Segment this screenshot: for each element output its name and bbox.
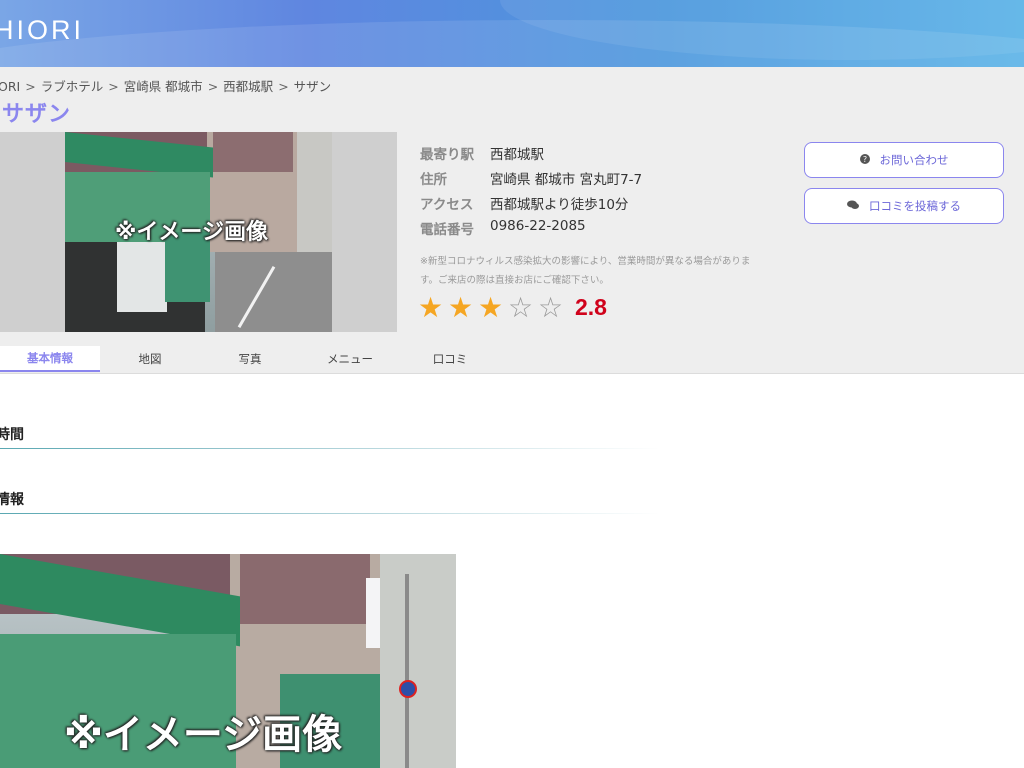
- info-value: 西都城駅より徒歩10分: [490, 197, 629, 213]
- tab-reviews[interactable]: 口コミ: [400, 346, 500, 372]
- star-filled-icon: ★: [448, 291, 474, 324]
- phone-number-link[interactable]: 0986-22-2085: [490, 218, 586, 234]
- contact-button[interactable]: ? お問い合わせ: [804, 142, 1004, 178]
- info-value: 西都城駅: [490, 147, 544, 163]
- info-label: 電話番号: [420, 222, 474, 238]
- star-filled-icon: ★: [478, 291, 504, 324]
- info-label: 住所: [420, 172, 447, 188]
- svg-text:?: ?: [862, 155, 866, 164]
- breadcrumb-separator: >: [207, 79, 219, 94]
- building-far-shape: [380, 554, 456, 768]
- question-circle-icon: ?: [859, 153, 870, 167]
- info-value: 宮崎県 都城市 宮丸町7-7: [490, 172, 643, 188]
- star-empty-icon: ☆: [538, 291, 564, 324]
- breadcrumb-separator: >: [108, 79, 119, 94]
- breadcrumb-item-area[interactable]: 宮崎県 都城市: [124, 79, 203, 94]
- breadcrumb-item-home[interactable]: ORI: [0, 79, 20, 94]
- star-empty-icon: ☆: [508, 291, 534, 324]
- road-sign-shape: [399, 680, 417, 698]
- site-logo[interactable]: HIORI: [0, 15, 84, 46]
- star-filled-icon: ★: [418, 291, 444, 324]
- tab-menu[interactable]: メニュー: [300, 346, 400, 372]
- breadcrumb-separator: >: [278, 79, 289, 94]
- pole-shape: [405, 574, 409, 768]
- page-title: サザン: [2, 102, 72, 127]
- image-caption: ※イメージ画像: [115, 220, 268, 245]
- info-label: 最寄り駅: [420, 147, 474, 163]
- contact-button-label: お問い合わせ: [879, 153, 949, 167]
- section-divider: [0, 513, 660, 514]
- post-review-button-label: 口コミを投稿する: [869, 199, 961, 213]
- breadcrumb-item-station[interactable]: 西都城駅: [223, 79, 273, 94]
- section-heading-hours: 時間: [0, 427, 24, 443]
- comments-icon: [847, 200, 859, 213]
- curtain-shape: [117, 242, 167, 312]
- main-photo[interactable]: ※イメージ画像: [0, 554, 456, 768]
- covid-notice: ※新型コロナウィルス感染拡大の影響により、営業時間が異なる場合があります。ご来店…: [420, 256, 751, 286]
- tab-basic-info[interactable]: 基本情報: [0, 346, 100, 372]
- hero-photo-frame: ※イメージ画像: [0, 132, 397, 332]
- breadcrumb-separator: >: [25, 79, 36, 94]
- building-wall-shape: [240, 554, 370, 624]
- breadcrumb-item-current: サザン: [293, 79, 332, 94]
- hero-photo[interactable]: ※イメージ画像: [65, 132, 332, 332]
- building-far-shape: [297, 132, 332, 252]
- site-header: HIORI: [0, 0, 1024, 67]
- post-review-button[interactable]: 口コミを投稿する: [804, 188, 1004, 224]
- info-label: アクセス: [420, 197, 474, 213]
- tab-photos[interactable]: 写真: [200, 346, 300, 372]
- breadcrumb: ORI > ラブホテル > 宮崎県 都城市 > 西都城駅 > サザン: [0, 76, 331, 95]
- tab-map[interactable]: 地図: [100, 346, 200, 372]
- building-wall-shape: [213, 132, 293, 172]
- rating-value: 2.8: [575, 294, 607, 320]
- section-heading-info: 情報: [0, 492, 24, 508]
- breadcrumb-item-category[interactable]: ラブホテル: [41, 79, 104, 94]
- image-caption: ※イメージ画像: [64, 712, 343, 758]
- road-shape: [215, 252, 332, 332]
- section-divider: [0, 448, 660, 449]
